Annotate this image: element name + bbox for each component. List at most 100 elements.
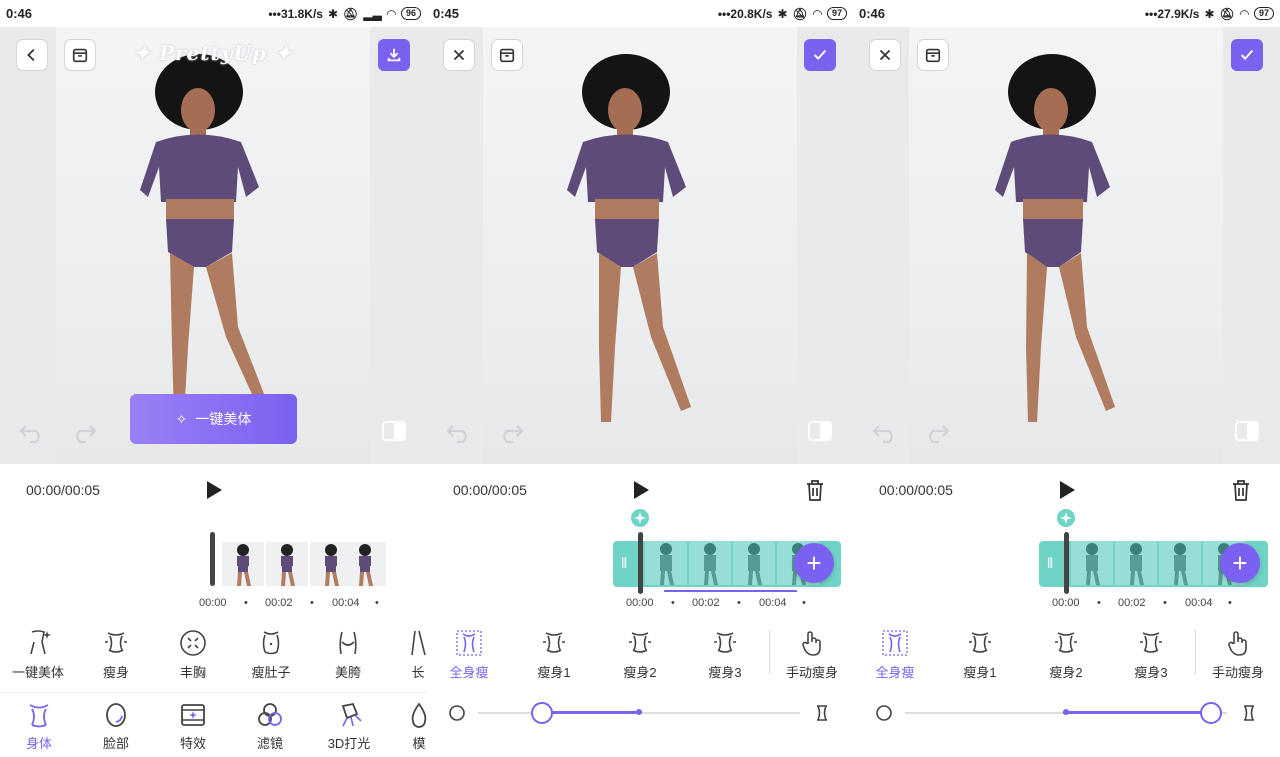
play-icon[interactable] [630, 478, 652, 502]
tool-full-body-slim[interactable]: 全身瘦 [857, 628, 933, 681]
wifi-icon: ◠ [812, 6, 822, 21]
playhead[interactable] [1064, 532, 1069, 594]
tool-slim-2[interactable]: 瘦身2 [602, 628, 678, 681]
waist-icon [714, 632, 736, 653]
add-effect-button[interactable]: + [794, 543, 834, 583]
photo [909, 27, 1223, 464]
play-icon[interactable] [203, 478, 225, 502]
close-button[interactable] [869, 39, 901, 71]
bluetooth-icon: ✱ [327, 6, 339, 21]
panel-slim-edit-low: 0:45 •••20.8K/s ✱ 🔕︎ ◠ 97 00:00/00:05 ⦀ … [427, 0, 853, 757]
panel-slim-edit-high: 0:46 •••27.9K/s ✱ 🔕︎ ◠ 97 00:00/00:05 ⦀ … [853, 0, 1280, 757]
mute-icon: 🔕︎ [1219, 6, 1235, 21]
nav-effects[interactable]: 特效 [158, 701, 228, 752]
tool-chest[interactable]: 丰胸 [155, 628, 231, 681]
undo-icon[interactable] [445, 420, 473, 444]
tool-hip[interactable]: 美胯 [310, 628, 386, 681]
status-time: 0:46 [6, 6, 33, 21]
photo-canvas[interactable] [853, 27, 1280, 464]
redo-icon[interactable] [497, 420, 525, 444]
trash-icon[interactable] [1230, 478, 1252, 502]
video-timeline[interactable] [210, 532, 390, 586]
gallery-button[interactable] [491, 39, 523, 71]
battery-badge: 97 [826, 7, 847, 20]
nav-filters[interactable]: 滤镜 [235, 701, 305, 752]
redo-icon[interactable] [70, 420, 98, 444]
gallery-button[interactable] [917, 39, 949, 71]
tool-slim-1[interactable]: 瘦身1 [516, 628, 592, 681]
tool-slim-1[interactable]: 瘦身1 [942, 628, 1018, 681]
confirm-button[interactable] [804, 39, 836, 71]
nav-3d-lighting[interactable]: 3D打光 [314, 701, 384, 752]
tool-slim-3[interactable]: 瘦身3 [687, 628, 763, 681]
nav-face[interactable]: 脸部 [81, 701, 151, 752]
filter-icon [258, 703, 282, 726]
waist-icon [105, 632, 127, 653]
archive-icon [499, 48, 515, 63]
slim-tool-bar: 全身瘦 瘦身1 瘦身2 瘦身3 手动瘦身 [427, 628, 853, 684]
photo-canvas[interactable] [427, 27, 853, 464]
playhead[interactable] [638, 532, 643, 594]
face-icon [106, 703, 126, 727]
redo-icon[interactable] [923, 420, 951, 444]
tool-full-body-slim[interactable]: 全身瘦 [431, 628, 507, 681]
gallery-button[interactable] [64, 39, 96, 71]
tool-one-key-body[interactable]: 一键美体 [0, 628, 76, 681]
full-body-slim-icon [882, 630, 908, 656]
circle-min-icon [449, 705, 465, 721]
compare-icon[interactable] [380, 417, 408, 445]
tool-manual-slim[interactable]: 手动瘦身 [774, 628, 850, 681]
slider-knob[interactable] [531, 702, 554, 724]
timecode: 00:00/00:05 [879, 482, 953, 498]
trash-icon[interactable] [804, 478, 826, 502]
clip-handle-icon[interactable]: ⦀ [621, 555, 627, 572]
nav-model[interactable]: 模 [384, 701, 427, 752]
tool-slim-3[interactable]: 瘦身3 [1113, 628, 1189, 681]
spotlight-icon [341, 702, 362, 727]
slider-fill [1062, 711, 1211, 714]
slider-knob[interactable] [1199, 702, 1222, 724]
confirm-button[interactable] [1231, 39, 1263, 71]
slider-fill [542, 711, 636, 714]
undo-icon[interactable] [18, 420, 46, 444]
waist-icon [1140, 632, 1162, 653]
signal-icon: ▂▃ [363, 6, 382, 21]
add-effect-button[interactable]: + [1220, 543, 1260, 583]
timeline-thumbnail [1159, 541, 1201, 585]
chevron-left-icon [27, 48, 35, 62]
net-speed: •••27.9K/s [1144, 6, 1200, 21]
status-bar: 0:46 •••31.8K/s ✱ 🔕︎ ▂▃ ◠ 96 [0, 0, 427, 27]
one-key-body-button[interactable]: ✧ 一键美体 [130, 394, 297, 444]
body-tool-bar: 一键美体 瘦身 丰胸 瘦肚子 美胯 长 [0, 628, 427, 684]
download-button[interactable] [378, 39, 410, 71]
close-button[interactable] [443, 39, 475, 71]
compare-icon[interactable] [806, 417, 834, 445]
compare-icon[interactable] [1233, 417, 1261, 445]
check-icon [813, 49, 827, 61]
close-icon [453, 49, 465, 61]
play-icon[interactable] [1056, 478, 1078, 502]
status-time: 0:45 [433, 6, 460, 21]
keyframe-marker[interactable] [1055, 507, 1077, 529]
status-bar: 0:46 •••27.9K/s ✱ 🔕︎ ◠ 97 [853, 0, 1280, 27]
keyframe-marker[interactable] [629, 507, 651, 529]
tool-slim[interactable]: 瘦身 [78, 628, 154, 681]
slider-default-mark [636, 709, 642, 715]
selected-range [664, 590, 797, 592]
strength-slider[interactable] [853, 700, 1280, 726]
playhead[interactable] [210, 532, 215, 586]
nav-body[interactable]: 身体 [4, 701, 74, 752]
tool-manual-slim[interactable]: 手动瘦身 [1200, 628, 1276, 681]
strength-slider[interactable] [427, 700, 853, 726]
hourglass-max-icon [817, 705, 827, 721]
tool-slim-2[interactable]: 瘦身2 [1028, 628, 1104, 681]
archive-icon [72, 48, 88, 63]
timeline-thumbnail [689, 541, 731, 585]
body-icon [29, 704, 49, 728]
back-button[interactable] [16, 39, 48, 71]
undo-icon[interactable] [871, 420, 899, 444]
model-figure [995, 54, 1115, 422]
clip-handle-icon[interactable]: ⦀ [1047, 555, 1053, 572]
tool-long-leg[interactable]: 长 [380, 628, 427, 681]
tool-slim-belly[interactable]: 瘦肚子 [233, 628, 309, 681]
